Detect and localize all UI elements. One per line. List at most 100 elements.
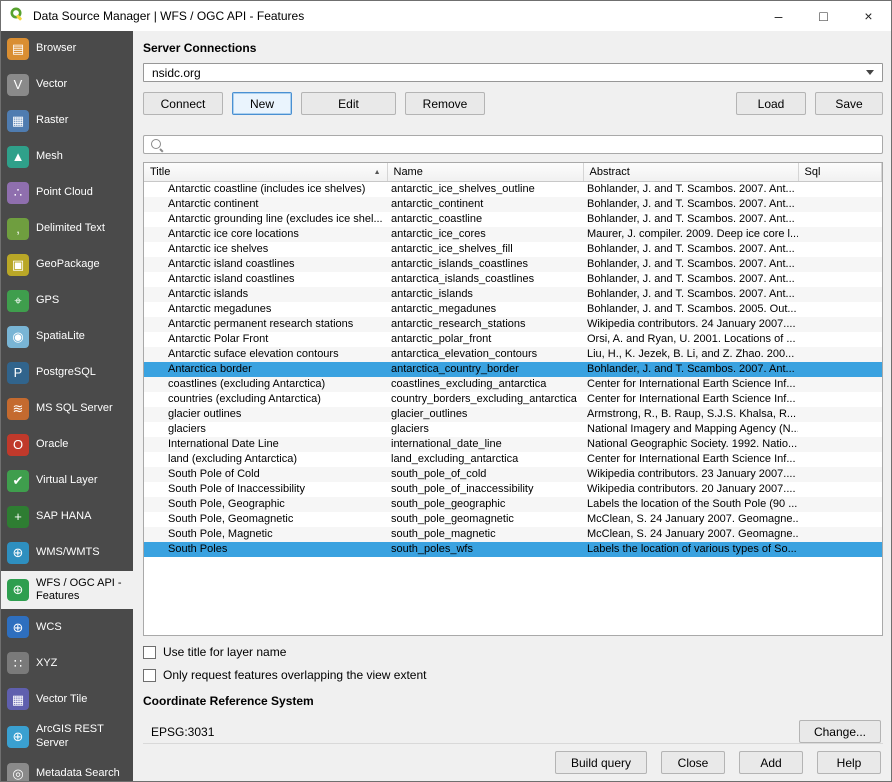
cell-title: South Pole, Geomagnetic — [144, 512, 387, 527]
sidebar-item-point-cloud[interactable]: ∴Point Cloud — [1, 175, 133, 211]
sidebar-item-label: SpatiaLite — [36, 330, 85, 343]
sidebar-item-label: Oracle — [36, 438, 68, 451]
column-header-name[interactable]: Name — [387, 163, 583, 181]
table-row[interactable]: Antarctic ice core locationsantarctic_ic… — [144, 227, 882, 242]
connect-button[interactable]: Connect — [143, 92, 223, 115]
table-header-row: Title ▲ Name Abstract Sql — [144, 163, 882, 181]
cell-sql — [798, 497, 882, 512]
use-title-option[interactable]: Use title for layer name — [143, 645, 883, 659]
table-row[interactable]: glaciersglaciersNational Imagery and Map… — [144, 422, 882, 437]
sidebar-item-sap-hana[interactable]: +SAP HANA — [1, 499, 133, 535]
table-row[interactable]: Antarctic megadunesantarctic_megadunesBo… — [144, 302, 882, 317]
table-row[interactable]: Antarctic Polar Frontantarctic_polar_fro… — [144, 332, 882, 347]
sidebar-item-wfs-ogc-api-features[interactable]: ⊕WFS / OGC API - Features — [1, 571, 133, 609]
cell-sql — [798, 272, 882, 287]
sidebar-item-wcs[interactable]: ⊕WCS — [1, 609, 133, 645]
button-row-spacer — [494, 92, 727, 115]
overlap-extent-checkbox[interactable] — [143, 669, 156, 682]
close-button[interactable]: × — [846, 1, 891, 31]
cell-title: glaciers — [144, 422, 387, 437]
search-input[interactable] — [170, 138, 876, 152]
sidebar-item-geopackage[interactable]: ▣GeoPackage — [1, 247, 133, 283]
table-row[interactable]: Antarctica borderantarctica_country_bord… — [144, 362, 882, 377]
build-query-button[interactable]: Build query — [555, 751, 647, 774]
table-row[interactable]: South Pole of Inaccessibilitysouth_pole_… — [144, 482, 882, 497]
cell-sql — [798, 347, 882, 362]
sidebar-item-vector-tile[interactable]: ▦Vector Tile — [1, 681, 133, 717]
cell-name: antarctic_research_stations — [387, 317, 583, 332]
minimize-button[interactable]: – — [756, 1, 801, 31]
table-row[interactable]: coastlines (excluding Antarctica)coastli… — [144, 377, 882, 392]
sidebar-item-wms-wmts[interactable]: ⊕WMS/WMTS — [1, 535, 133, 571]
sidebar-item-virtual-layer[interactable]: ✔Virtual Layer — [1, 463, 133, 499]
cell-name: antarctic_islands_coastlines — [387, 257, 583, 272]
cell-name: antarctic_ice_shelves_fill — [387, 242, 583, 257]
table-row[interactable]: South Pole, Geographicsouth_pole_geograp… — [144, 497, 882, 512]
table-row[interactable]: South Pole of Coldsouth_pole_of_coldWiki… — [144, 467, 882, 482]
new-button[interactable]: New — [232, 92, 292, 115]
mesh-icon: ▲ — [7, 146, 29, 168]
sidebar-item-delimited-text[interactable]: ,Delimited Text — [1, 211, 133, 247]
sidebar-item-metadata-search[interactable]: ◎Metadata Search — [1, 756, 133, 781]
maximize-button[interactable]: □ — [801, 1, 846, 31]
cell-title: land (excluding Antarctica) — [144, 452, 387, 467]
load-button[interactable]: Load — [736, 92, 806, 115]
table-row[interactable]: glacier outlinesglacier_outlinesArmstron… — [144, 407, 882, 422]
overlap-extent-option[interactable]: Only request features overlapping the vi… — [143, 668, 883, 682]
cell-title: Antarctic ice core locations — [144, 227, 387, 242]
table-row[interactable]: Antarctic coastline (includes ice shelve… — [144, 181, 882, 197]
sidebar-item-arcgis-rest-server[interactable]: ⊕ArcGIS REST Server — [1, 717, 133, 755]
table-row[interactable]: Antarctic ice shelvesantarctic_ice_shelv… — [144, 242, 882, 257]
table-row[interactable]: South Pole, Magneticsouth_pole_magneticM… — [144, 527, 882, 542]
table-row[interactable]: South Polessouth_poles_wfsLabels the loc… — [144, 542, 882, 557]
sidebar-item-vector[interactable]: VVector — [1, 67, 133, 103]
sidebar-item-gps[interactable]: ⌖GPS — [1, 283, 133, 319]
main-panel: Server Connections nsidc.org Connect New… — [133, 31, 891, 781]
cell-abstract: Center for International Earth Science I… — [583, 377, 798, 392]
cell-title: Antarctic island coastlines — [144, 272, 387, 287]
sidebar-item-spatialite[interactable]: ◉SpatiaLite — [1, 319, 133, 355]
use-title-checkbox[interactable] — [143, 646, 156, 659]
sidebar-item-ms-sql-server[interactable]: ≋MS SQL Server — [1, 391, 133, 427]
sidebar-item-oracle[interactable]: OOracle — [1, 427, 133, 463]
table-row[interactable]: South Pole, Geomagneticsouth_pole_geomag… — [144, 512, 882, 527]
table-row[interactable]: Antarctic island coastlinesantarctica_is… — [144, 272, 882, 287]
wcs-icon: ⊕ — [7, 616, 29, 638]
table-row[interactable]: International Date Lineinternational_dat… — [144, 437, 882, 452]
sidebar-item-postgresql[interactable]: PPostgreSQL — [1, 355, 133, 391]
table-row[interactable]: Antarctic grounding line (excludes ice s… — [144, 212, 882, 227]
sidebar-item-raster[interactable]: ▦Raster — [1, 103, 133, 139]
dialog-body: ▤BrowserVVector▦Raster▲Mesh∴Point Cloud,… — [1, 31, 891, 781]
cell-title: Antarctic permanent research stations — [144, 317, 387, 332]
window-controls: – □ × — [756, 1, 891, 31]
cell-abstract: Bohlander, J. and T. Scambos. 2007. Ant.… — [583, 242, 798, 257]
table-row[interactable]: land (excluding Antarctica)land_excludin… — [144, 452, 882, 467]
sidebar-item-label: Virtual Layer — [36, 474, 98, 487]
cell-abstract: National Geographic Society. 1992. Natio… — [583, 437, 798, 452]
table-row[interactable]: Antarctic suface elevation contoursantar… — [144, 347, 882, 362]
table-row[interactable]: Antarctic island coastlinesantarctic_isl… — [144, 257, 882, 272]
save-button[interactable]: Save — [815, 92, 883, 115]
column-header-abstract[interactable]: Abstract — [583, 163, 798, 181]
server-connection-select[interactable]: nsidc.org — [143, 63, 883, 82]
change-crs-button[interactable]: Change... — [799, 720, 881, 743]
edit-button[interactable]: Edit — [301, 92, 396, 115]
dialog-footer: Build query Close Add Help — [143, 743, 883, 777]
cell-title: Antarctic island coastlines — [144, 257, 387, 272]
column-header-title[interactable]: Title ▲ — [144, 163, 387, 181]
add-button[interactable]: Add — [739, 751, 803, 774]
help-button[interactable]: Help — [817, 751, 881, 774]
sidebar-item-label: Vector — [36, 78, 67, 91]
table-row[interactable]: Antarctic islandsantarctic_islandsBohlan… — [144, 287, 882, 302]
sidebar-item-browser[interactable]: ▤Browser — [1, 31, 133, 67]
table-row[interactable]: countries (excluding Antarctica)country_… — [144, 392, 882, 407]
postgresql-icon: P — [7, 362, 29, 384]
remove-button[interactable]: Remove — [405, 92, 485, 115]
table-row[interactable]: Antarctic continentantarctic_continentBo… — [144, 197, 882, 212]
sidebar-item-xyz[interactable]: ∷XYZ — [1, 645, 133, 681]
table-row[interactable]: Antarctic permanent research stationsant… — [144, 317, 882, 332]
sidebar-item-label: Delimited Text — [36, 222, 105, 235]
sidebar-item-mesh[interactable]: ▲Mesh — [1, 139, 133, 175]
close-dialog-button[interactable]: Close — [661, 751, 725, 774]
column-header-sql[interactable]: Sql — [798, 163, 882, 181]
